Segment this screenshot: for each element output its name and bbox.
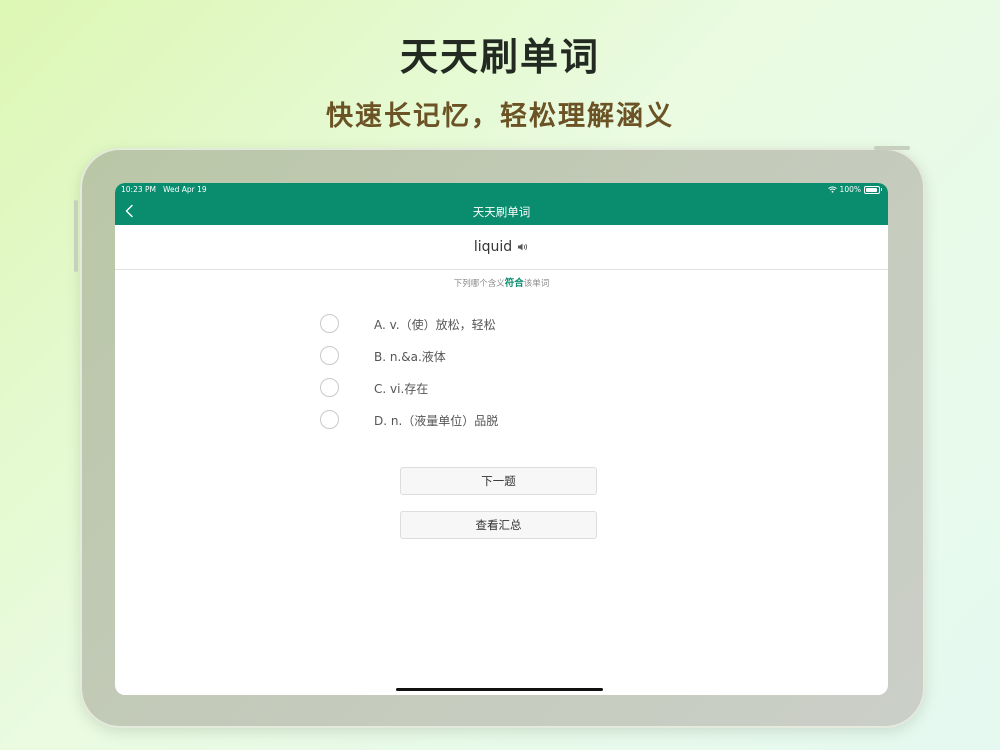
option-b[interactable]: B. n.&a.液体	[320, 345, 650, 369]
app-screen: 10:23 PM Wed Apr 19 100% 天天刷单词 liquid 下列…	[115, 183, 888, 695]
word-text: liquid	[473, 239, 513, 255]
back-icon[interactable]	[121, 202, 139, 220]
promo-subtitle: 快速长记忆，轻松理解涵义	[326, 101, 674, 132]
view-summary-button[interactable]: 查看汇总	[400, 511, 597, 539]
status-date: Wed Apr 19	[163, 185, 207, 194]
home-indicator[interactable]	[396, 688, 603, 691]
status-time: 10:23 PM	[121, 185, 156, 194]
option-label: B. n.&a.液体	[374, 350, 446, 364]
radio-button[interactable]	[320, 346, 339, 365]
wifi-icon	[827, 186, 837, 193]
option-label: C. vi.存在	[374, 382, 429, 396]
nav-title: 天天刷单词	[472, 205, 531, 219]
status-bar: 10:23 PM Wed Apr 19 100%	[115, 183, 888, 197]
promo-title: 天天刷单词	[399, 35, 600, 79]
next-question-button[interactable]: 下一题	[400, 467, 597, 495]
question-hint: 下列哪个含义符合该单词	[115, 275, 888, 289]
hint-emphasis: 符合	[504, 278, 524, 289]
volume-button	[74, 200, 78, 272]
status-indicators: 100%	[827, 185, 882, 194]
nav-bar: 天天刷单词	[115, 197, 888, 225]
power-button	[874, 146, 910, 150]
option-c[interactable]: C. vi.存在	[320, 377, 650, 401]
battery-icon	[864, 185, 882, 194]
option-label: D. n.（液量单位）品脱	[374, 414, 499, 428]
radio-button[interactable]	[320, 410, 339, 429]
option-label: A. v.（使）放松，轻松	[374, 318, 496, 332]
battery-percent: 100%	[839, 185, 861, 194]
option-d[interactable]: D. n.（液量单位）品脱	[320, 409, 650, 433]
radio-button[interactable]	[320, 378, 339, 397]
radio-button[interactable]	[320, 314, 339, 333]
hint-text-after: 该单词	[523, 279, 550, 289]
word-header: liquid	[115, 225, 888, 270]
option-a[interactable]: A. v.（使）放松，轻松	[320, 313, 650, 337]
hint-text-before: 下列哪个含义	[453, 279, 505, 289]
speaker-icon[interactable]	[517, 241, 529, 253]
